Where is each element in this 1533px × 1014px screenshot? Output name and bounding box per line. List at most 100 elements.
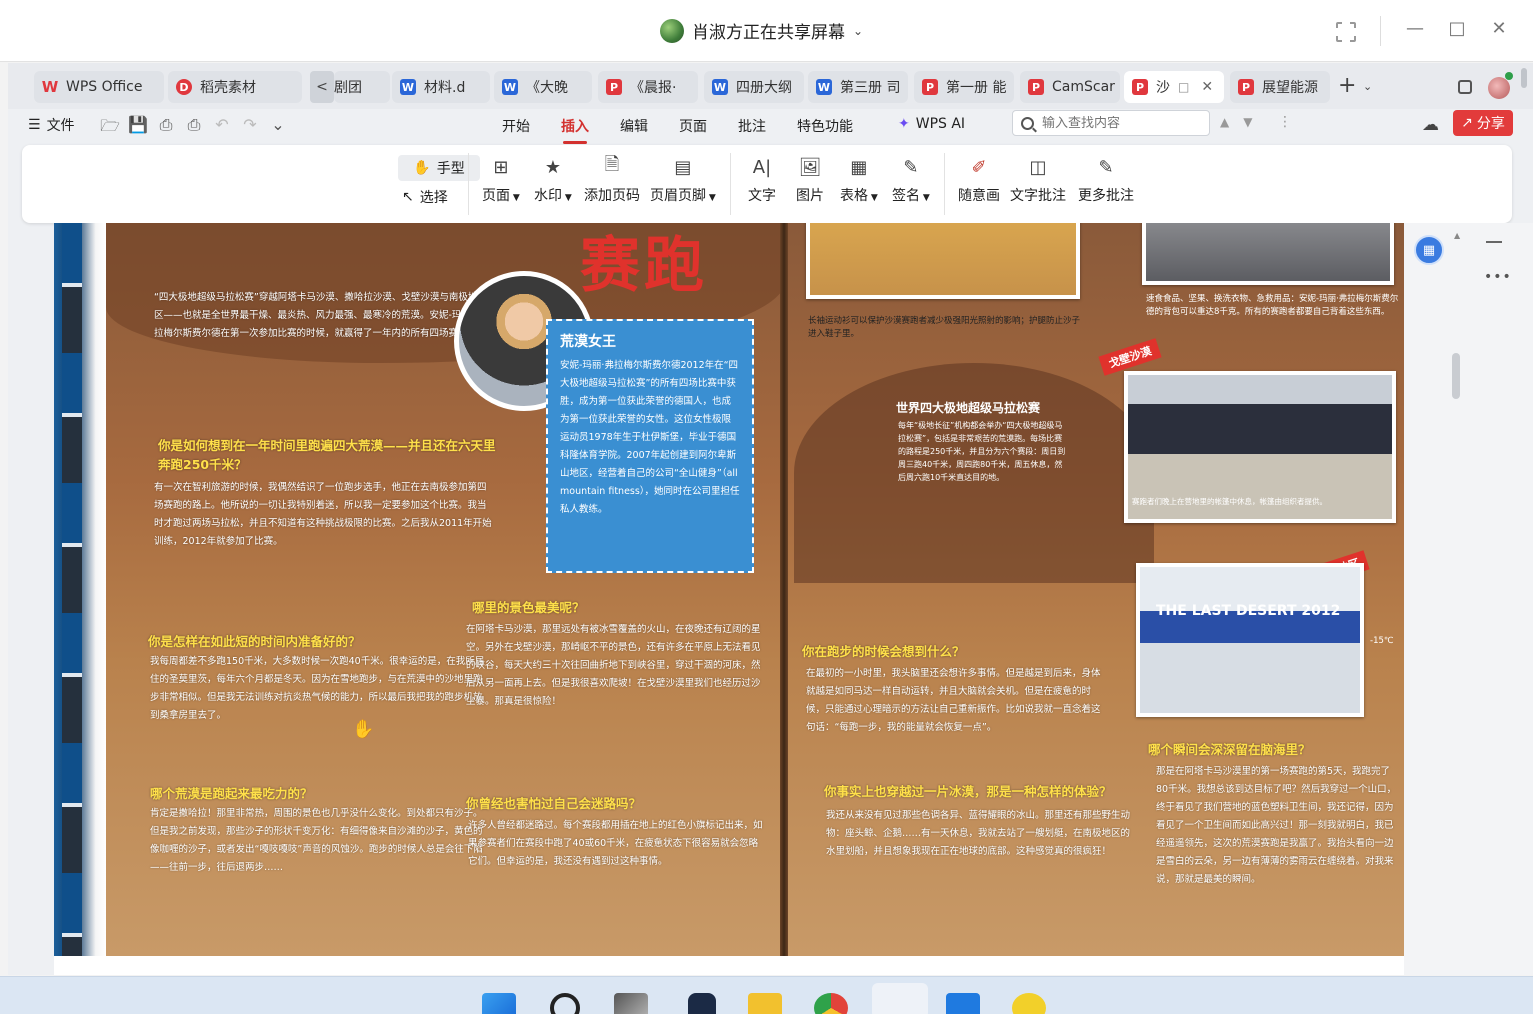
- search-icon[interactable]: [550, 993, 580, 1014]
- close-tab-icon[interactable]: ✕: [1201, 79, 1213, 95]
- tab-wps-office[interactable]: W WPS Office: [34, 71, 164, 103]
- new-tab-button[interactable]: +: [1338, 73, 1356, 98]
- chevron-down-icon[interactable]: ⌄: [1363, 80, 1372, 93]
- insert-page-button[interactable]: ⊞ 页面 ▼: [482, 155, 520, 205]
- more-comments-button[interactable]: ✎ 更多批注: [1078, 155, 1134, 205]
- minus-icon[interactable]: [1486, 241, 1502, 243]
- answer-text: 肯定是撒哈拉！那里非常热，周围的景色也几乎没什么变化。到处都只有沙子。但是我之前…: [150, 808, 483, 873]
- text-comment-button[interactable]: ◫ 文字批注: [1010, 155, 1066, 205]
- close-icon[interactable]: ✕: [1486, 18, 1512, 39]
- quick-access-toolbar: 🗁 💾 ⎙ ⎙ ↶ ↷ ⌄: [100, 115, 288, 142]
- share-title-text: 肖淑方正在共享屏幕: [692, 23, 845, 43]
- tab-label: 材料.d: [424, 80, 466, 96]
- floating-tool-icon[interactable]: ▦: [1414, 235, 1444, 265]
- tab-document[interactable]: W 材料.d: [392, 71, 490, 103]
- insert-ribbon: ✋ 手型 ↖ 选择 ⊞ 页面 ▼ ★ 水印 ▼ 🗎 添加页码 ▤ 页眉页脚 ▼ …: [22, 145, 1512, 223]
- wps-ai-button[interactable]: ✦ WPS AI: [898, 116, 965, 132]
- tab-document[interactable]: W 《大晚: [494, 71, 592, 103]
- insert-table-button[interactable]: ▦ 表格 ▼: [840, 155, 878, 205]
- tab-docer[interactable]: D 稻壳素材: [168, 71, 302, 103]
- freehand-draw-button[interactable]: ✐ 随意画: [958, 155, 1000, 205]
- tab-insert[interactable]: 插入: [561, 116, 589, 144]
- watermark-button[interactable]: ★ 水印 ▼: [534, 155, 572, 205]
- hand-icon: ✋: [413, 160, 431, 176]
- print-preview-icon[interactable]: ⎙: [184, 115, 204, 142]
- wps-taskbar-icon[interactable]: [872, 983, 928, 1014]
- pdf-reader-icon[interactable]: [1012, 993, 1046, 1014]
- more-icon[interactable]: •••: [1484, 269, 1512, 285]
- document-canvas[interactable]: 赛跑 “四大极地超级马拉松赛”穿越阿塔卡马沙漠、撒哈拉沙漠、戈壁沙漠与南极地区—…: [54, 223, 1404, 975]
- redo-icon[interactable]: ↷: [240, 115, 260, 142]
- tab-document[interactable]: P 第一册 能: [914, 71, 1014, 103]
- tab-label: 剧团: [334, 80, 362, 96]
- scrollbar[interactable]: [1521, 68, 1527, 88]
- tab-page[interactable]: 页面: [679, 116, 707, 136]
- tab-document[interactable]: P 展望能源: [1230, 71, 1330, 103]
- page-add-icon: ⊞: [493, 156, 509, 178]
- answer-text: 许多人曾经都迷路过。每个赛段都用插在地上的红色小旗标记出来，如果参赛者们在赛段中…: [468, 820, 763, 867]
- tab-edit[interactable]: 编辑: [620, 116, 648, 136]
- insert-text-button[interactable]: A| 文字: [748, 155, 776, 205]
- print-icon[interactable]: ⎙: [156, 115, 176, 142]
- wps-ai-label: WPS AI: [915, 116, 966, 132]
- tab-scroll-left-button[interactable]: <: [310, 71, 334, 103]
- watermark-icon: ★: [544, 156, 561, 178]
- scroll-up-arrow-icon[interactable]: ▲: [1454, 231, 1460, 240]
- cloud-upload-icon[interactable]: ☁: [1422, 115, 1439, 135]
- chevron-down-icon[interactable]: ▼: [1243, 115, 1252, 129]
- save-icon[interactable]: 💾: [128, 115, 148, 142]
- photo-caption: 速食食品、坚果、换洗衣物、急救用品：安妮-玛丽·弗拉梅尔斯费尔德的背包可以重达8…: [1146, 294, 1399, 317]
- pdf-icon: P: [922, 79, 938, 95]
- question-heading: 你是如何想到在一年时间里跑遍四大荒漠——并且还在六天里奔跑250千米？: [158, 438, 496, 472]
- maximize-icon[interactable]: □: [1444, 18, 1470, 39]
- tab-start[interactable]: 开始: [502, 116, 530, 136]
- tab-active-document[interactable]: P 沙 □ ✕: [1124, 71, 1224, 103]
- cat-app-icon[interactable]: [688, 993, 716, 1014]
- header-footer-button[interactable]: ▤ 页眉页脚 ▼: [650, 155, 716, 205]
- status-badge: [1505, 72, 1513, 80]
- search-box[interactable]: [1012, 110, 1210, 136]
- word-icon: W: [712, 79, 728, 95]
- signature-button[interactable]: ✎ 签名 ▼: [892, 155, 930, 205]
- windows-start-icon[interactable]: [482, 993, 516, 1014]
- tab-features[interactable]: 特色功能: [797, 116, 853, 136]
- question-heading: 你是怎样在如此短的时间内准备好的？: [148, 634, 361, 649]
- vertical-scrollbar-thumb[interactable]: [1452, 353, 1460, 399]
- button-label: 水印: [534, 188, 562, 204]
- task-view-icon[interactable]: [614, 993, 648, 1014]
- more-options-icon[interactable]: ⋮: [1278, 114, 1292, 130]
- insert-image-button[interactable]: 🖼 图片: [796, 155, 824, 205]
- share-button[interactable]: ↗ 分享: [1453, 110, 1513, 136]
- share-title[interactable]: 肖淑方正在共享屏幕 ⌄: [660, 18, 863, 43]
- pdf-icon: P: [1028, 79, 1044, 95]
- file-menu-button[interactable]: ☰ 文件: [28, 115, 75, 135]
- mail-icon[interactable]: [946, 993, 980, 1014]
- tab-document[interactable]: 剧团: [334, 71, 390, 103]
- add-page-number-button[interactable]: 🗎 添加页码: [584, 154, 640, 205]
- tab-document[interactable]: W 四册大纲: [704, 71, 804, 103]
- open-folder-icon[interactable]: 🗁: [100, 115, 120, 142]
- chevron-down-icon[interactable]: ⌄: [268, 115, 288, 142]
- button-label: 页面: [482, 188, 510, 204]
- undo-icon[interactable]: ↶: [212, 115, 232, 142]
- tab-document[interactable]: P CamScar: [1020, 71, 1120, 103]
- share-icon: ↗: [1461, 115, 1473, 131]
- tab-document[interactable]: P 《晨报·: [598, 71, 698, 103]
- minimize-icon[interactable]: —: [1402, 18, 1428, 39]
- text-comment-icon: ◫: [1029, 156, 1047, 178]
- header-footer-icon: ▤: [674, 156, 692, 178]
- divider: [730, 153, 731, 215]
- tab-document[interactable]: W 第三册 司: [808, 71, 908, 103]
- window-restore-icon[interactable]: [1458, 80, 1472, 94]
- chevron-up-icon[interactable]: ▲: [1220, 115, 1229, 129]
- tab-annotate[interactable]: 批注: [738, 116, 766, 136]
- avatar[interactable]: [1488, 77, 1510, 99]
- chrome-icon[interactable]: [814, 993, 848, 1014]
- file-explorer-icon[interactable]: [748, 993, 782, 1014]
- sidebar-text: 安妮-玛丽·弗拉梅尔斯费尔德2012年在“四大极地超级马拉松赛”的所有四场比赛中…: [560, 360, 740, 515]
- fullscreen-icon[interactable]: [1336, 22, 1356, 42]
- select-tool-button[interactable]: ↖ 选择: [402, 187, 448, 207]
- button-label: 文字: [748, 188, 776, 204]
- search-input[interactable]: [1042, 115, 1192, 131]
- intro-text: “四大极地超级马拉松赛”穿越阿塔卡马沙漠、撒哈拉沙漠、戈壁沙漠与南极地区——也就…: [154, 292, 484, 339]
